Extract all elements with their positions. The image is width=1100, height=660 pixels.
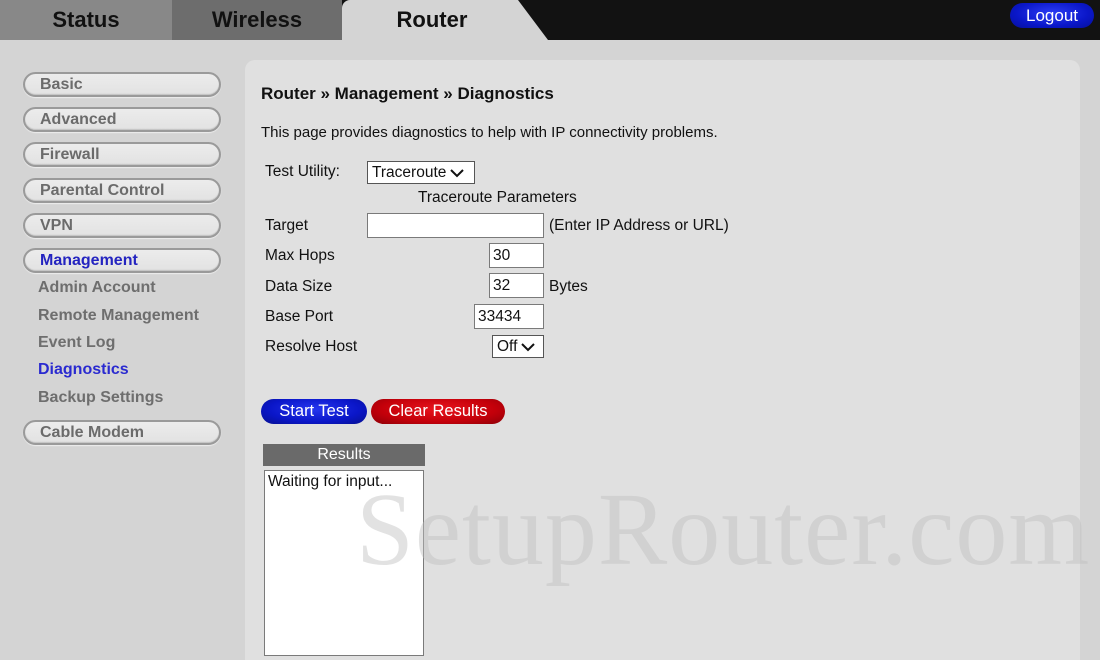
tab-router[interactable]: Router <box>342 0 548 40</box>
chevron-down-icon <box>521 342 536 351</box>
max-hops-input[interactable] <box>489 243 544 268</box>
target-input[interactable] <box>367 213 544 238</box>
data-size-label: Data Size <box>265 278 333 295</box>
resolve-host-value: Off <box>497 337 518 355</box>
page-description: This page provides diagnostics to help w… <box>261 124 718 141</box>
results-textarea[interactable]: Waiting for input... <box>264 470 424 656</box>
main-panel: Router » Management » Diagnostics This p… <box>245 60 1080 660</box>
results-header: Results <box>263 444 425 466</box>
sidebar-item-advanced[interactable]: Advanced <box>23 107 221 132</box>
chevron-down-icon <box>450 168 465 177</box>
test-utility-value: Traceroute <box>372 163 447 181</box>
max-hops-label: Max Hops <box>265 247 335 264</box>
sidebar-subitem-admin-account[interactable]: Admin Account <box>38 279 156 297</box>
clear-results-button[interactable]: Clear Results <box>371 399 505 424</box>
tab-status[interactable]: Status <box>0 0 172 40</box>
sidebar-subitem-backup-settings[interactable]: Backup Settings <box>38 389 163 407</box>
sidebar-item-firewall[interactable]: Firewall <box>23 142 221 167</box>
resolve-host-select[interactable]: Off <box>492 335 544 358</box>
start-test-button[interactable]: Start Test <box>261 399 367 424</box>
resolve-host-label: Resolve Host <box>265 338 358 355</box>
sidebar-item-cable-modem[interactable]: Cable Modem <box>23 420 221 445</box>
base-port-label: Base Port <box>265 308 334 325</box>
breadcrumb: Router » Management » Diagnostics <box>261 84 554 103</box>
sidebar-item-management[interactable]: Management <box>23 248 221 273</box>
test-utility-label: Test Utility: <box>265 163 340 180</box>
logout-button[interactable]: Logout <box>1010 3 1094 28</box>
sidebar-subitem-remote-management[interactable]: Remote Management <box>38 307 199 325</box>
base-port-input[interactable] <box>474 304 544 329</box>
sidebar-subitem-diagnostics[interactable]: Diagnostics <box>38 361 129 379</box>
data-size-unit: Bytes <box>549 278 588 295</box>
target-hint: (Enter IP Address or URL) <box>549 217 729 234</box>
traceroute-parameters-heading: Traceroute Parameters <box>418 189 577 206</box>
sidebar-item-vpn[interactable]: VPN <box>23 213 221 238</box>
top-navigation-bar: Status Wireless Router Logout <box>0 0 1100 40</box>
test-utility-select[interactable]: Traceroute <box>367 161 475 184</box>
data-size-input[interactable] <box>489 273 544 298</box>
sidebar: Basic Advanced Firewall Parental Control… <box>0 40 240 660</box>
sidebar-subitem-event-log[interactable]: Event Log <box>38 334 115 352</box>
tab-wireless[interactable]: Wireless <box>172 0 342 40</box>
target-label: Target <box>265 217 309 234</box>
sidebar-item-parental-control[interactable]: Parental Control <box>23 178 221 203</box>
sidebar-item-basic[interactable]: Basic <box>23 72 221 97</box>
